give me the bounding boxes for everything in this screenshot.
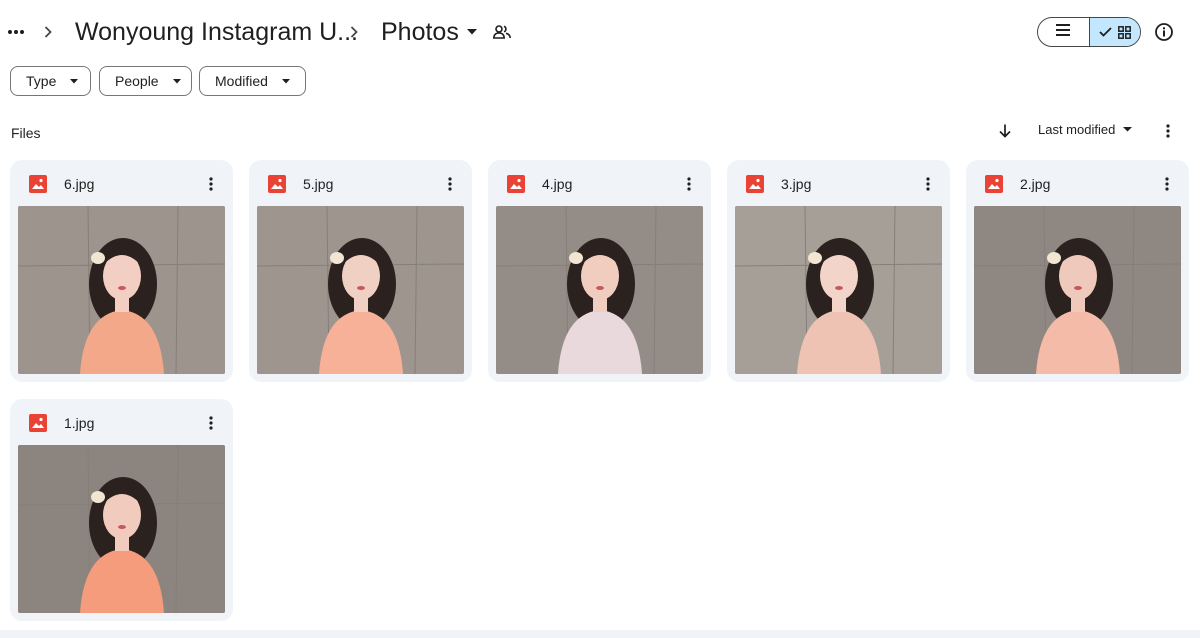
chevron-right-icon (42, 22, 54, 42)
more-vert-icon[interactable] (442, 172, 458, 196)
image-thumbnail[interactable] (496, 206, 703, 374)
section-label-files: Files (11, 125, 41, 141)
file-name: 6.jpg (64, 176, 95, 192)
file-name: 4.jpg (542, 176, 573, 192)
list-view-button[interactable] (1038, 18, 1089, 46)
file-card[interactable]: 4.jpg (488, 160, 711, 382)
arrow-drop-down-icon (281, 78, 290, 84)
arrow-drop-down-icon (70, 78, 79, 84)
filter-type-label: Type (26, 73, 57, 89)
arrow-downward-icon[interactable] (995, 121, 1015, 141)
image-file-icon (29, 175, 47, 193)
file-card[interactable]: 2.jpg (966, 160, 1189, 382)
more-vert-icon[interactable] (203, 411, 219, 435)
filter-modified-chip[interactable]: Modified (199, 66, 306, 96)
arrow-drop-down-icon (1123, 127, 1133, 132)
image-file-icon (507, 175, 525, 193)
file-name: 3.jpg (781, 176, 812, 192)
image-thumbnail[interactable] (18, 206, 225, 374)
filter-modified-label: Modified (215, 73, 268, 89)
more-vert-icon[interactable] (1160, 120, 1176, 142)
people-outline-icon[interactable] (490, 20, 514, 44)
breadcrumb-folder[interactable]: Wonyoung Instagram U... (75, 14, 358, 50)
image-file-icon (746, 175, 764, 193)
sort-field-dropdown[interactable]: Last modified (1038, 122, 1133, 137)
filter-people-chip[interactable]: People (99, 66, 192, 96)
breadcrumb-current-folder[interactable]: Photos (381, 14, 477, 50)
sort-field-label: Last modified (1038, 122, 1116, 137)
image-thumbnail[interactable] (974, 206, 1181, 374)
file-name: 2.jpg (1020, 176, 1051, 192)
arrow-drop-down-icon (172, 78, 181, 84)
arrow-drop-down-icon (466, 29, 477, 35)
grid-view-icon (1117, 25, 1131, 39)
check-icon (1099, 27, 1112, 37)
filter-people-label: People (115, 73, 159, 89)
image-thumbnail[interactable] (257, 206, 464, 374)
file-card[interactable]: 5.jpg (249, 160, 472, 382)
more-vert-icon[interactable] (681, 172, 697, 196)
file-name: 5.jpg (303, 176, 334, 192)
image-thumbnail[interactable] (735, 206, 942, 374)
image-file-icon (268, 175, 286, 193)
more-vert-icon[interactable] (920, 172, 936, 196)
file-card[interactable]: 3.jpg (727, 160, 950, 382)
file-card[interactable]: 6.jpg (10, 160, 233, 382)
more-vert-icon[interactable] (203, 172, 219, 196)
filter-type-chip[interactable]: Type (10, 66, 91, 96)
grid-view-button[interactable] (1088, 18, 1140, 46)
chevron-right-icon (348, 22, 360, 42)
more-vert-icon[interactable] (1159, 172, 1175, 196)
top-bar: Wonyoung Instagram U... Photos (0, 0, 1200, 64)
image-file-icon (985, 175, 1003, 193)
image-thumbnail[interactable] (18, 445, 225, 613)
bottom-divider (0, 630, 1200, 638)
more-horiz-icon[interactable] (6, 20, 26, 44)
file-card[interactable]: 1.jpg (10, 399, 233, 621)
view-toggle (1037, 17, 1141, 47)
info-icon[interactable] (1152, 20, 1176, 44)
breadcrumb-current-label: Photos (381, 18, 459, 46)
image-file-icon (29, 414, 47, 432)
list-view-icon (1056, 23, 1071, 41)
file-name: 1.jpg (64, 415, 95, 431)
